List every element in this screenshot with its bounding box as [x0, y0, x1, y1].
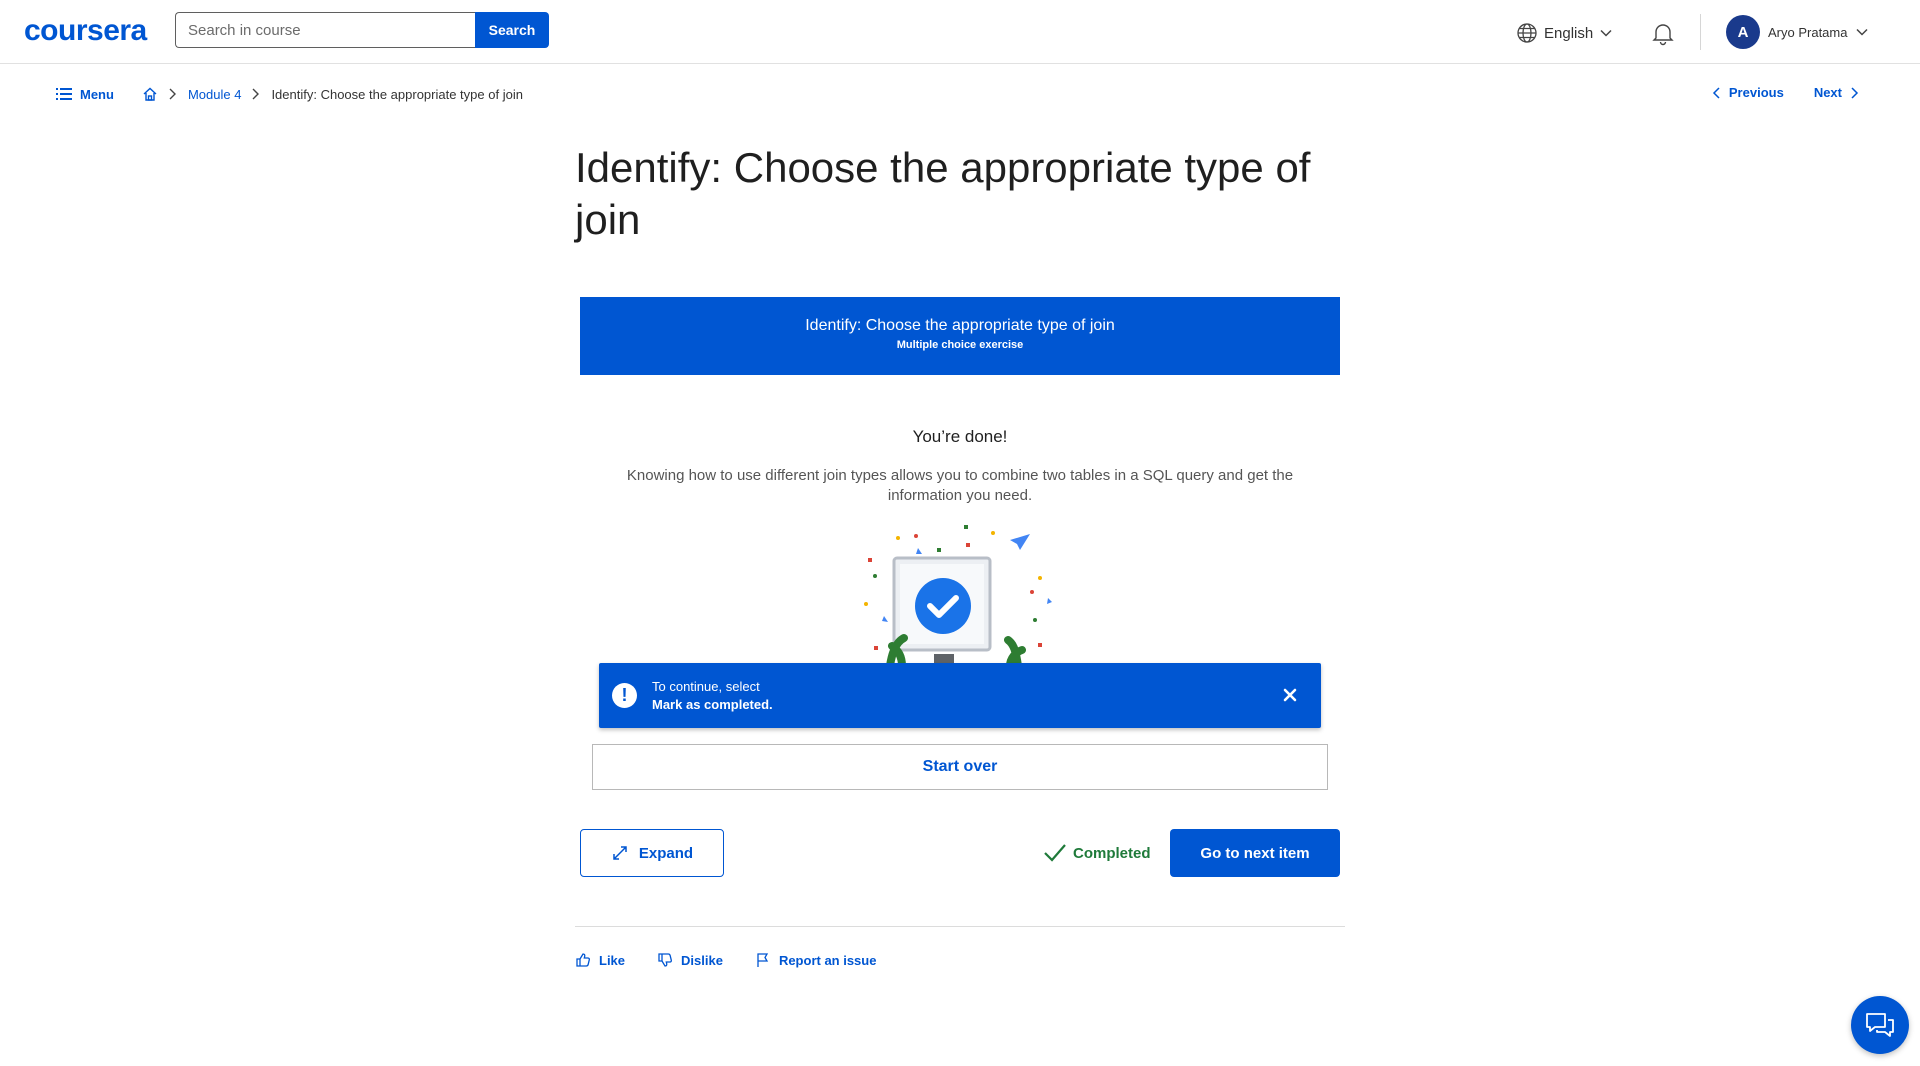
feedback-bar: Like Dislike Report an issue — [575, 952, 876, 968]
banner-subtitle: Multiple choice exercise — [896, 339, 1024, 351]
completed-status: Completed — [1043, 843, 1151, 863]
next-button[interactable]: Next — [1814, 85, 1860, 100]
expand-button[interactable]: Expand — [580, 829, 724, 877]
report-label: Report an issue — [778, 952, 877, 968]
user-name: Aryo Pratama — [1768, 24, 1848, 40]
globe-icon — [1517, 23, 1537, 43]
menu-label: Menu — [80, 86, 114, 102]
header-divider — [1700, 14, 1701, 50]
alert-icon: ! — [612, 683, 637, 708]
expand-label: Expand — [638, 844, 694, 862]
notifications-bell-icon[interactable] — [1650, 20, 1676, 46]
breadcrumb-module-link[interactable]: Module 4 — [188, 87, 241, 102]
chevron-right-icon — [251, 87, 261, 101]
flag-icon — [757, 953, 769, 967]
search-button[interactable]: Search — [475, 12, 549, 48]
breadcrumb: Menu Module 4 Identify: Choose the appro… — [56, 86, 523, 102]
avatar: A — [1726, 15, 1760, 49]
list-icon — [56, 88, 72, 100]
continue-notification: ! To continue, select Mark as completed. — [599, 663, 1321, 728]
notification-line1: To continue, select — [652, 679, 760, 694]
done-message: Knowing how to use different join types … — [626, 467, 1294, 504]
divider — [575, 926, 1345, 927]
next-label: Next — [1813, 85, 1842, 100]
previous-button[interactable]: Previous — [1711, 85, 1784, 100]
language-selector[interactable]: English — [1516, 22, 1613, 44]
chevron-left-icon — [1712, 86, 1720, 99]
top-header: coursera Search English A Aryo Pratama — [0, 0, 1920, 64]
start-over-button[interactable]: Start over — [592, 744, 1328, 790]
report-issue-button[interactable]: Report an issue — [755, 952, 877, 968]
exercise-banner: Identify: Choose the appropriate type of… — [580, 297, 1340, 375]
search-input[interactable] — [175, 12, 475, 48]
chat-bubbles-icon — [1866, 1013, 1894, 1037]
chevron-right-icon — [1851, 86, 1859, 99]
completion-illustration — [864, 525, 1052, 666]
banner-title: Identify: Choose the appropriate type of… — [805, 317, 1115, 334]
language-label: English — [1544, 24, 1594, 42]
previous-label: Previous — [1728, 85, 1784, 100]
chat-support-button[interactable] — [1851, 996, 1909, 1054]
close-icon[interactable] — [1279, 684, 1301, 706]
breadcrumb-current: Identify: Choose the appropriate type of… — [271, 86, 523, 102]
dislike-button[interactable]: Dislike — [657, 952, 723, 968]
menu-button[interactable]: Menu — [56, 87, 114, 102]
dislike-label: Dislike — [681, 952, 723, 968]
chevron-down-icon — [1856, 28, 1869, 36]
thumbs-down-icon — [658, 953, 673, 967]
search-bar: Search — [175, 12, 549, 48]
checkmark-icon — [1044, 844, 1066, 862]
home-icon[interactable] — [142, 86, 158, 102]
notification-line2: Mark as completed. — [652, 697, 773, 712]
completed-label: Completed — [1073, 844, 1151, 862]
page-title: Identify: Choose the appropriate type of… — [575, 144, 1311, 243]
expand-arrows-icon — [613, 846, 627, 860]
like-button[interactable]: Like — [575, 952, 625, 968]
chevron-down-icon — [1600, 29, 1612, 37]
coursera-logo[interactable]: coursera — [24, 14, 147, 48]
done-heading: You’re done! — [912, 427, 1008, 446]
chevron-right-icon — [168, 87, 178, 101]
user-menu[interactable]: A Aryo Pratama — [1726, 15, 1869, 49]
go-to-next-item-button[interactable]: Go to next item — [1170, 829, 1340, 877]
thumbs-up-icon — [576, 953, 590, 967]
like-label: Like — [599, 952, 626, 968]
item-navigation: Previous Next — [1711, 85, 1860, 100]
